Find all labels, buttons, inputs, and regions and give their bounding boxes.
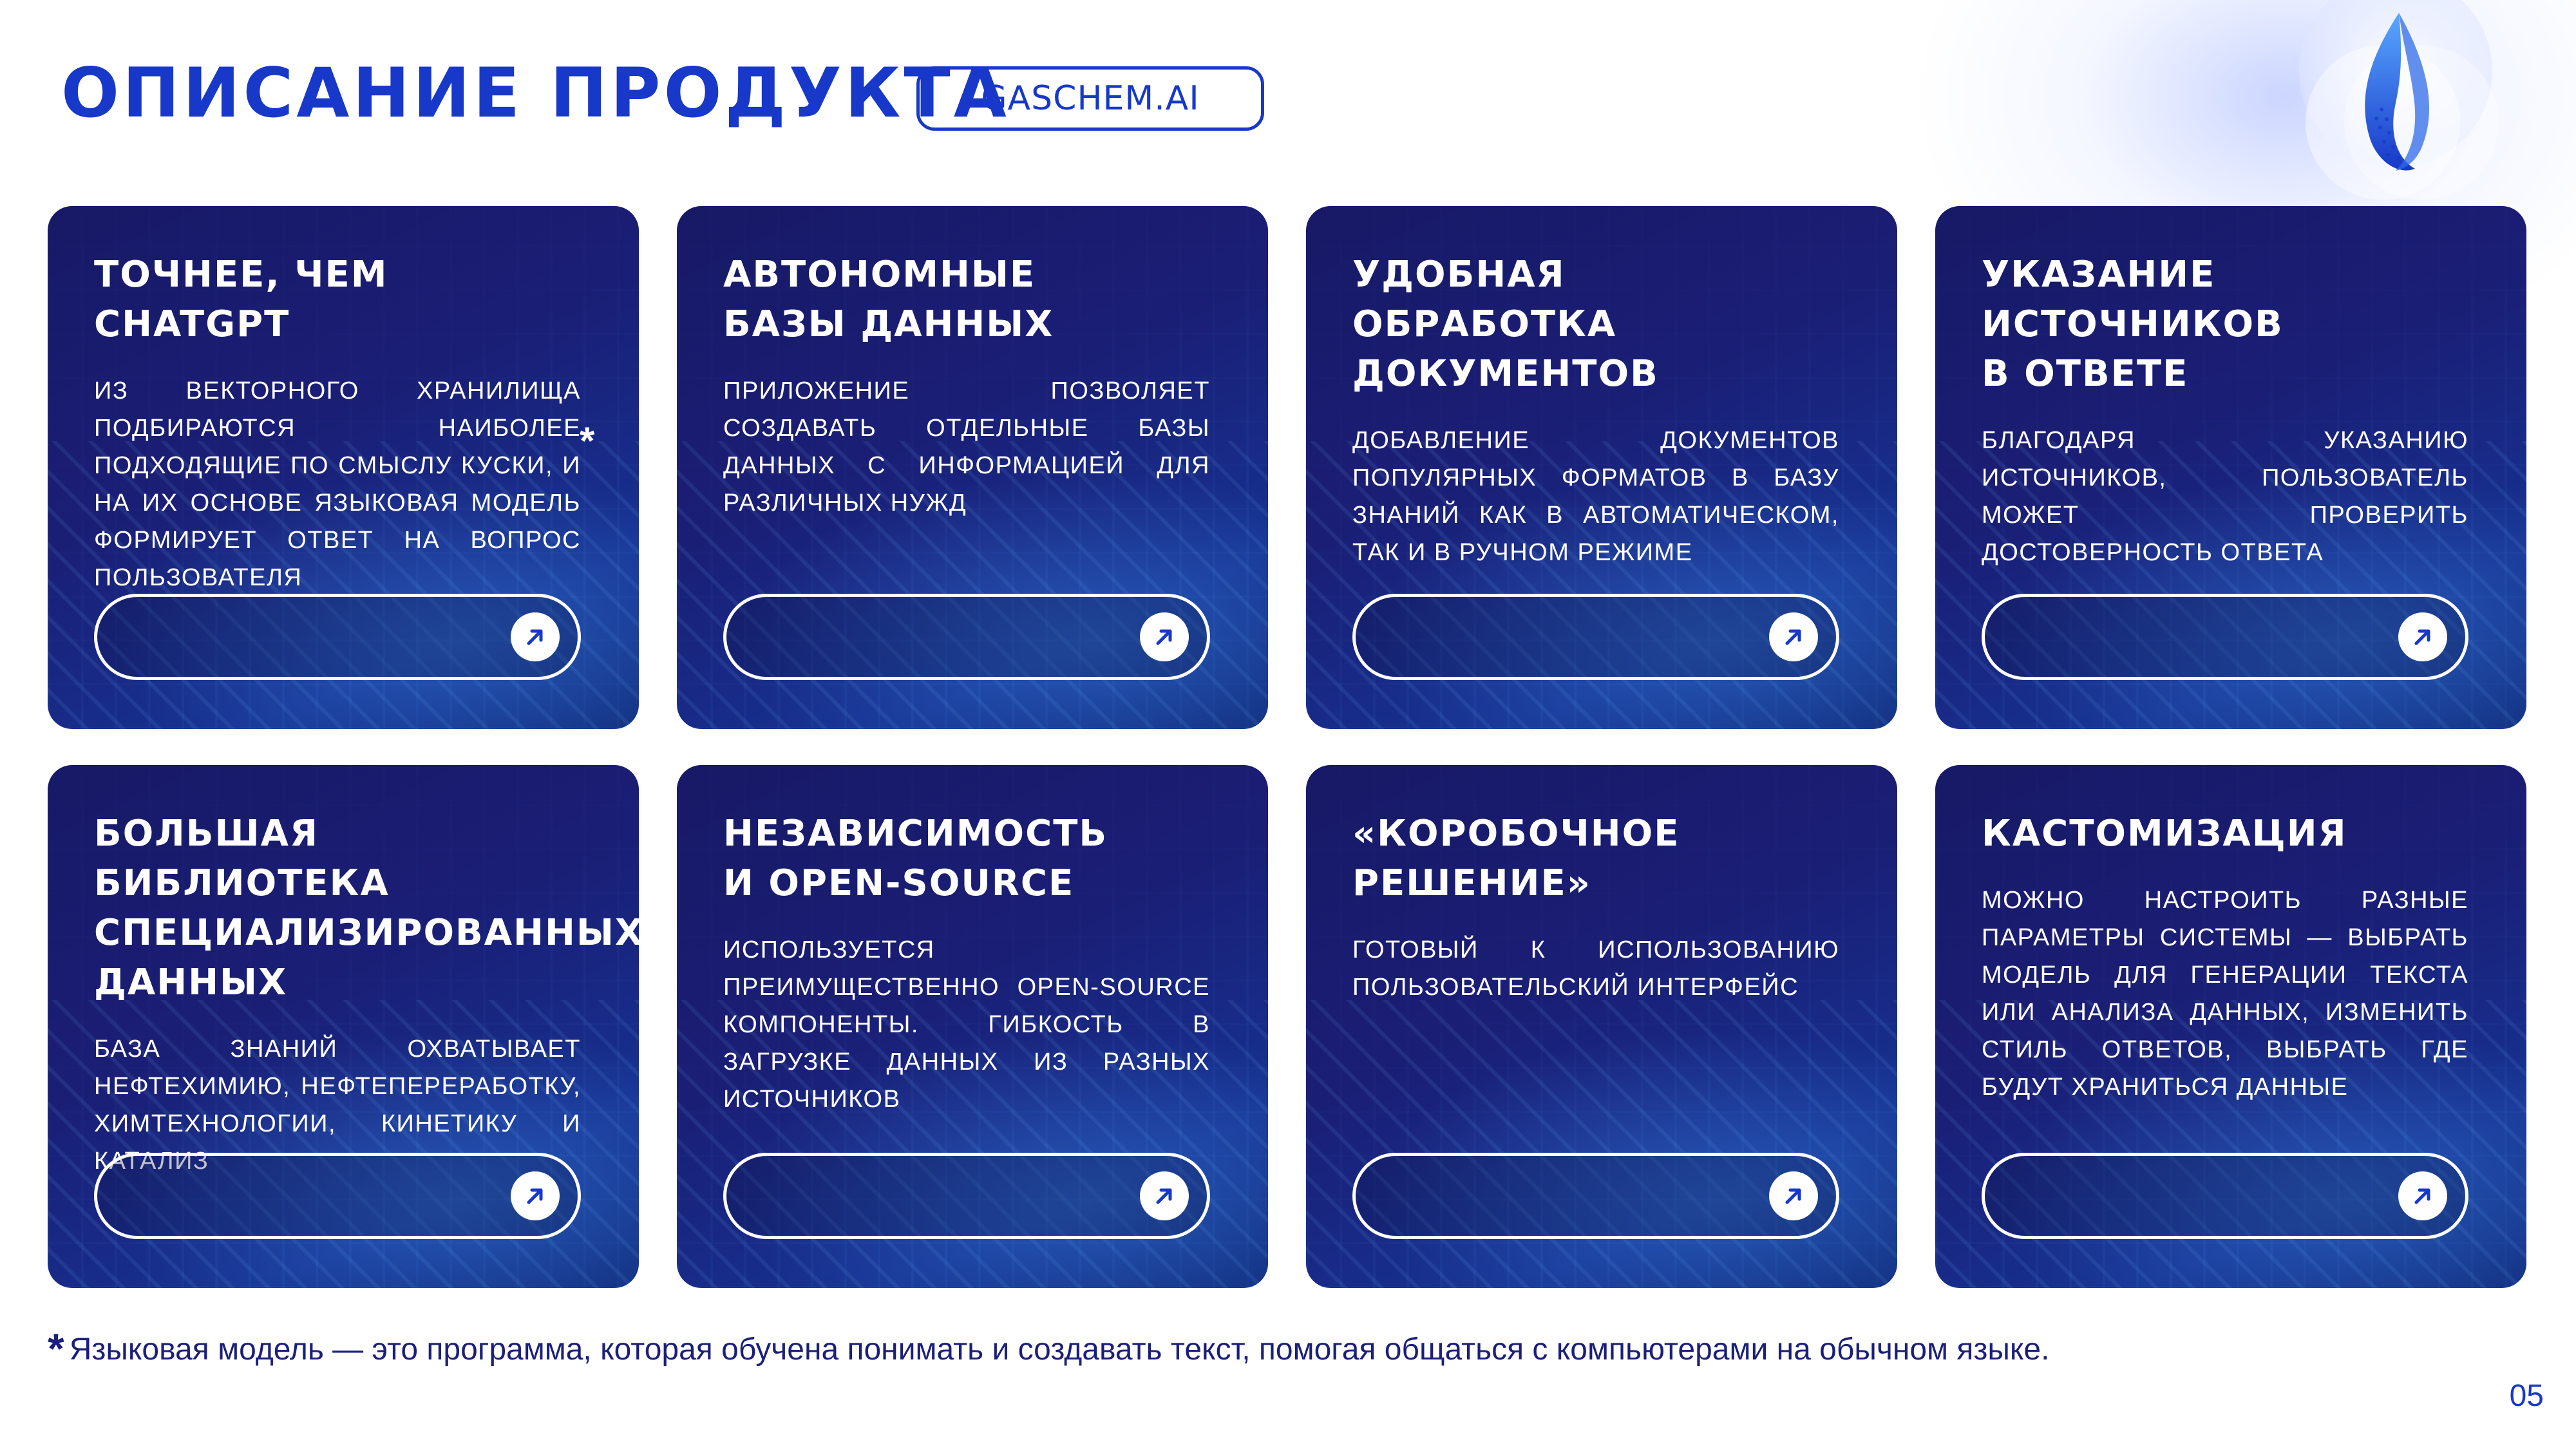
arrow-up-right-icon bbox=[1769, 1171, 1818, 1220]
arrow-up-right-icon bbox=[1140, 1171, 1189, 1220]
card-link-button[interactable] bbox=[94, 594, 581, 680]
card-link-button[interactable] bbox=[94, 1153, 581, 1239]
feature-card-boxed-solution: «КОРОБОЧНОЕ РЕШЕНИЕ» ГОТОВЫЙ К ИСПОЛЬЗОВ… bbox=[1306, 765, 1897, 1288]
feature-card-customization: КАСТОМИЗАЦИЯ МОЖНО НАСТРОИТЬ РАЗНЫЕ ПАРА… bbox=[1935, 765, 2526, 1288]
card-text: ДОБАВЛЕНИЕ ДОКУМЕНТОВ ПОПУЛЯРНЫХ ФОРМАТО… bbox=[1352, 427, 1839, 566]
arrow-up-right-icon bbox=[1140, 612, 1189, 661]
page-number: 05 bbox=[2509, 1379, 2544, 1413]
card-link-button[interactable] bbox=[1352, 594, 1839, 680]
footnote: * Языковая модель — это программа, котора… bbox=[48, 1325, 2076, 1372]
arrow-up-right-icon bbox=[2398, 612, 2447, 661]
product-badge: GASCHEM.AI bbox=[916, 66, 1264, 131]
card-title: ТОЧНЕЕ, ЧЕМ CHATGPT bbox=[94, 254, 388, 345]
card-link-button[interactable] bbox=[723, 594, 1210, 680]
arrow-up-right-icon bbox=[1769, 612, 1818, 661]
footnote-text: Языковая модель — это программа, которая… bbox=[69, 1332, 2050, 1367]
card-text: ИСПОЛЬЗУЕТСЯ ПРЕИМУЩЕСТВЕННО OPEN-SOURCE… bbox=[723, 936, 1210, 1113]
feature-card-source-citation: УКАЗАНИЕ ИСТОЧНИКОВ В ОТВЕТЕ БЛАГОДАРЯ У… bbox=[1935, 206, 2526, 729]
company-logo bbox=[2267, 0, 2531, 225]
arrow-up-right-icon bbox=[511, 612, 560, 661]
card-text: БЛАГОДАРЯ УКАЗАНИЮ ИСТОЧНИКОВ, ПОЛЬЗОВАТ… bbox=[1982, 427, 2468, 566]
feature-card-open-source: НЕЗАВИСИМОСТЬ И OPEN-SOURCE ИСПОЛЬЗУЕТСЯ… bbox=[677, 765, 1268, 1288]
footnote-marker: * bbox=[48, 1325, 64, 1372]
card-text: ИЗ ВЕКТОРНОГО ХРАНИЛИЩА ПОДБИРАЮТСЯ НАИБ… bbox=[94, 377, 581, 591]
feature-card-accuracy: ТОЧНЕЕ, ЧЕМ CHATGPT ИЗ ВЕКТОРНОГО ХРАНИЛ… bbox=[48, 206, 639, 729]
feature-card-document-processing: УДОБНАЯ ОБРАБОТКА ДОКУМЕНТОВ ДОБАВЛЕНИЕ … bbox=[1306, 206, 1897, 729]
arrow-up-right-icon bbox=[511, 1171, 560, 1220]
card-title: КАСТОМИЗАЦИЯ bbox=[1982, 813, 2347, 855]
card-text: ГОТОВЫЙ К ИСПОЛЬЗОВАНИЮ ПОЛЬЗОВАТЕЛЬСКИЙ… bbox=[1352, 936, 1839, 1001]
flame-drop-icon bbox=[2299, 0, 2499, 200]
card-link-button[interactable] bbox=[723, 1153, 1210, 1239]
card-title: НЕЗАВИСИМОСТЬ И OPEN-SOURCE bbox=[723, 813, 1108, 904]
feature-card-library: БОЛЬШАЯ БИБЛИОТЕКА СПЕЦИАЛИЗИРОВАННЫХ ДА… bbox=[48, 765, 639, 1288]
card-text: ПРИЛОЖЕНИЕ ПОЗВОЛЯЕТ СОЗДАВАТЬ ОТДЕЛЬНЫЕ… bbox=[723, 377, 1210, 516]
feature-card-autonomous-databases: АВТОНОМНЫЕ БАЗЫ ДАННЫХ ПРИЛОЖЕНИЕ ПОЗВОЛ… bbox=[677, 206, 1268, 729]
footnote-marker: * bbox=[580, 419, 595, 462]
card-link-button[interactable] bbox=[1352, 1153, 1839, 1239]
card-title: «КОРОБОЧНОЕ РЕШЕНИЕ» bbox=[1352, 813, 1680, 904]
card-text: МОЖНО НАСТРОИТЬ РАЗНЫЕ ПАРАМЕТРЫ СИСТЕМЫ… bbox=[1982, 887, 2468, 1101]
page-title: ОПИСАНИЕ ПРОДУКТА bbox=[61, 53, 1010, 133]
card-link-button[interactable] bbox=[1982, 594, 2468, 680]
card-title: УКАЗАНИЕ ИСТОЧНИКОВ В ОТВЕТЕ bbox=[1982, 254, 2284, 395]
card-link-button[interactable] bbox=[1982, 1153, 2468, 1239]
card-title: БОЛЬШАЯ БИБЛИОТЕКА СПЕЦИАЛИЗИРОВАННЫХ ДА… bbox=[94, 813, 639, 1003]
card-title: АВТОНОМНЫЕ БАЗЫ ДАННЫХ bbox=[723, 254, 1054, 345]
arrow-up-right-icon bbox=[2398, 1171, 2447, 1220]
card-title: УДОБНАЯ ОБРАБОТКА ДОКУМЕНТОВ bbox=[1352, 254, 1659, 395]
